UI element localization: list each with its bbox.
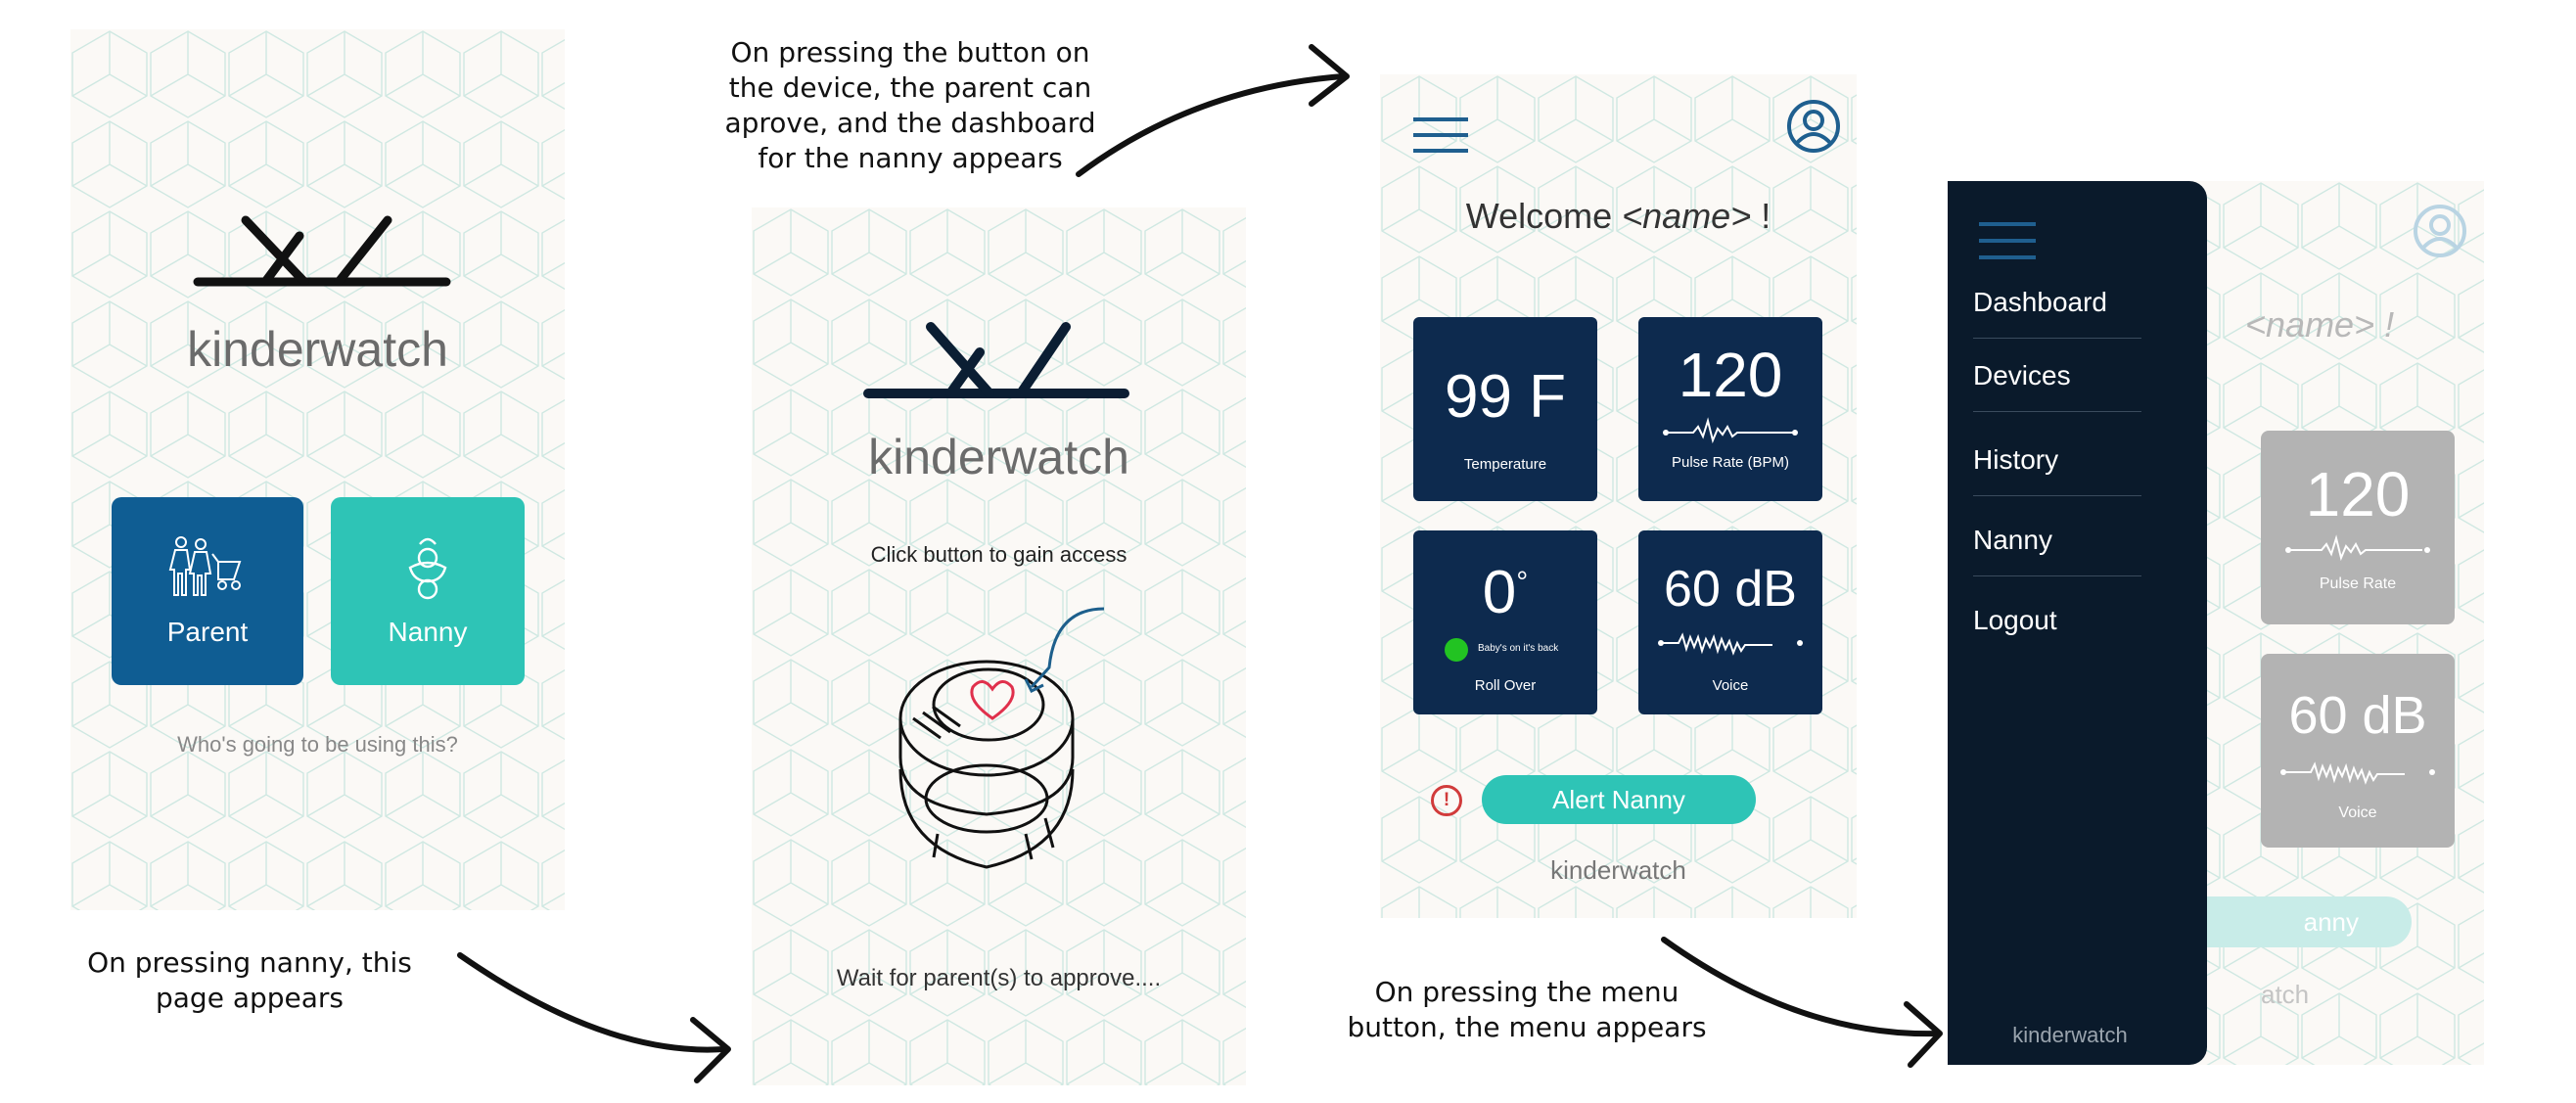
welcome-partial: <name> ! bbox=[2245, 304, 2395, 345]
menu-item-logout[interactable]: Logout bbox=[1973, 605, 2141, 656]
hamburger-menu-button[interactable] bbox=[1979, 220, 2036, 261]
voice-label: Voice bbox=[1712, 677, 1749, 694]
profile-icon bbox=[1787, 100, 1840, 153]
status-indicator-dot bbox=[1445, 638, 1468, 662]
voice-tile[interactable]: 60 dB Voice bbox=[2261, 654, 2455, 848]
sound-wave-icon bbox=[1658, 632, 1803, 656]
temperature-tile[interactable]: 99 F Temperature bbox=[1413, 317, 1597, 501]
pulse-rate-tile[interactable]: 120 Pulse Rate (BPM) bbox=[1638, 317, 1822, 501]
pacifier-icon bbox=[408, 537, 447, 600]
temperature-label: Temperature bbox=[1463, 456, 1547, 473]
alert-nanny-button-partial[interactable]: anny bbox=[2183, 896, 2412, 947]
arrow-to-access-screen-head bbox=[690, 1017, 731, 1083]
pulse-value: 120 bbox=[1678, 340, 1783, 410]
rollover-status: Baby's on it's back bbox=[1478, 643, 1559, 654]
sound-wave-icon bbox=[2280, 761, 2435, 785]
pulse-label: Pulse Rate (BPM) bbox=[1671, 454, 1790, 471]
nanny-button[interactable]: Nanny bbox=[331, 497, 525, 685]
user-name: <name> bbox=[1622, 196, 1752, 236]
voice-tile[interactable]: 60 dB Voice bbox=[1638, 530, 1822, 714]
nanny-label: Nanny bbox=[388, 617, 468, 647]
parent-label: Parent bbox=[166, 617, 249, 647]
temperature-value: 99 F bbox=[1444, 363, 1567, 431]
arrow-to-dashboard-head bbox=[1309, 44, 1350, 107]
pulse-rate-tile[interactable]: 120 Pulse Rate bbox=[2261, 431, 2455, 624]
alert-nanny-button[interactable]: Alert Nanny bbox=[1482, 775, 1756, 824]
pulse-value: 120 bbox=[2305, 459, 2411, 529]
welcome-heading: Welcome <name> ! bbox=[1465, 196, 1771, 236]
nanny-dashboard-screen: Welcome <name> ! 99 F Temperature 120 Pu… bbox=[1380, 74, 1857, 918]
hamburger-icon bbox=[1979, 222, 2036, 259]
navigation-drawer: Dashboard Devices History Nanny Logout k… bbox=[1948, 181, 2207, 1065]
role-prompt: Who's going to be using this? bbox=[177, 732, 458, 757]
heartbeat-wave-icon bbox=[2285, 534, 2430, 562]
app-wordmark: kinderwatch bbox=[868, 430, 1129, 484]
voice-value: 60 dB bbox=[2288, 686, 2427, 745]
profile-icon bbox=[2414, 205, 2466, 257]
rollover-label: Roll Over bbox=[1474, 677, 1537, 694]
menu-item-nanny[interactable]: Nanny bbox=[1973, 525, 2141, 576]
hamburger-icon bbox=[1413, 117, 1468, 153]
parent-button[interactable]: Parent bbox=[112, 497, 303, 685]
drawer-footer-wordmark: kinderwatch bbox=[2012, 1023, 2128, 1047]
arrow-to-dashboard bbox=[1076, 73, 1346, 177]
caption-approval: On pressing the button on the device, th… bbox=[724, 36, 1096, 174]
footer-wordmark: kinderwatch bbox=[1550, 855, 1686, 885]
waiting-message: Wait for parent(s) to approve.... bbox=[836, 965, 1162, 991]
hamburger-menu-button[interactable] bbox=[1413, 115, 1468, 155]
voice-label: Voice bbox=[2338, 804, 2377, 821]
arrow-to-menu-head bbox=[1904, 1001, 1943, 1068]
pulse-label: Pulse Rate bbox=[2319, 575, 2397, 592]
alert-icon: ! bbox=[1431, 785, 1462, 816]
menu-item-devices[interactable]: Devices bbox=[1973, 360, 2141, 412]
family-icon bbox=[168, 536, 242, 596]
profile-button[interactable] bbox=[1785, 98, 1842, 155]
caption-nanny-page: On pressing nanny, this page appears bbox=[87, 946, 412, 1014]
menu-item-history[interactable]: History bbox=[1973, 444, 2141, 496]
nanny-access-screen: kinderwatch Click button to gain access … bbox=[752, 207, 1246, 1085]
app-wordmark: kinderwatch bbox=[187, 322, 448, 377]
profile-button[interactable] bbox=[2412, 203, 2468, 259]
footer-wordmark-partial: atch bbox=[2261, 980, 2310, 1009]
kinderwatch-logo-icon bbox=[863, 322, 1129, 398]
role-selection-screen: kinderwatch Parent Nanny Who's going to … bbox=[70, 29, 565, 910]
arrow-to-access-screen bbox=[457, 952, 727, 1053]
caption-menu: On pressing the menu button, the menu ap… bbox=[1347, 976, 1707, 1043]
rollover-value: 0° bbox=[1482, 559, 1529, 626]
roll-over-tile[interactable]: 0° Baby's on it's back Roll Over bbox=[1413, 530, 1597, 714]
kinderwatch-logo-icon bbox=[193, 215, 451, 287]
access-instruction: Click button to gain access bbox=[870, 542, 1127, 567]
voice-value: 60 dB bbox=[1664, 561, 1797, 618]
kinderwatch-device-illustration[interactable] bbox=[879, 603, 1133, 887]
menu-item-dashboard[interactable]: Dashboard bbox=[1973, 287, 2141, 339]
heartbeat-wave-icon bbox=[1663, 417, 1798, 444]
